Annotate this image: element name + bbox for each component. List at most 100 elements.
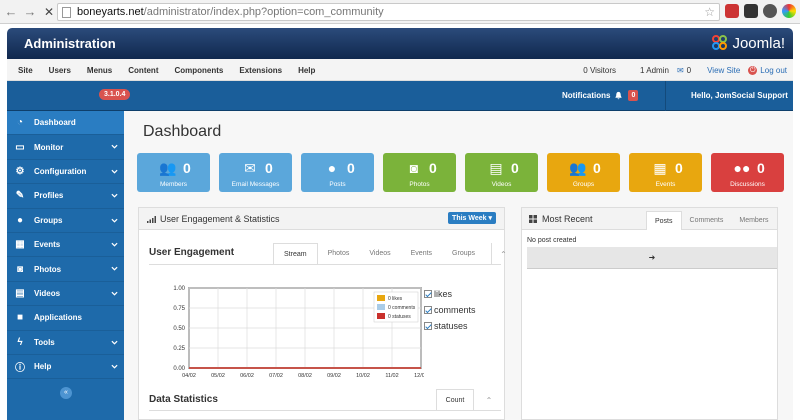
toggle-likes[interactable]: likes — [424, 286, 476, 302]
sidebar-item-events[interactable]: ▦ Events — [7, 233, 124, 258]
tile-members[interactable]: 👥 0 Members — [137, 153, 210, 192]
camera-icon: ◙ — [409, 160, 419, 176]
menu-item-menus[interactable]: Menus — [79, 66, 120, 75]
tab-stream[interactable]: Stream — [273, 243, 318, 265]
main-content: Dashboard 👥 0 Members ✉ 0 Email Messages… — [124, 111, 793, 420]
tile-groups[interactable]: 👥 0 Groups — [547, 153, 620, 192]
x-tick-label: 09/02 — [327, 373, 341, 379]
sidebar-item-configuration[interactable]: ⚙ Configuration — [7, 160, 124, 185]
cogs-icon: ⚙ — [15, 165, 25, 177]
page-title: Dashboard — [143, 123, 222, 140]
tile-posts[interactable]: ● 0 Posts — [301, 153, 374, 192]
extension-circle-icon[interactable] — [763, 4, 777, 18]
visitors-count[interactable]: 0 Visitors — [583, 66, 616, 75]
sidebar-collapse-button[interactable]: « — [60, 387, 72, 399]
notifications[interactable]: Notifications 0 — [562, 90, 639, 101]
admin-count[interactable]: 1 Admin — [640, 66, 669, 75]
logout-icon[interactable]: ⏻ — [748, 65, 758, 75]
user-greeting[interactable]: Hello, JomSocial Support — [691, 91, 788, 100]
chevron-down-icon — [111, 218, 118, 223]
extension-glasses-icon[interactable] — [744, 4, 758, 18]
extension-red-icon[interactable] — [725, 4, 739, 18]
sidebar-item-monitor[interactable]: ▭ Monitor — [7, 135, 124, 160]
load-more-button[interactable]: ➜ — [527, 247, 777, 269]
arrow-right-icon: ➜ — [648, 253, 656, 262]
sidebar-item-dashboard[interactable]: ◔ Dashboard — [7, 111, 124, 136]
calendar-icon: ▦ — [653, 159, 667, 176]
message-icon[interactable]: ✉ — [677, 66, 684, 75]
y-tick-label: 0.75 — [173, 306, 185, 312]
address-bar[interactable]: boneyarts.net /administrator/index.php?o… — [57, 3, 720, 21]
tile-count: 0 — [347, 160, 355, 176]
collapse-up-icon[interactable]: ⌃ — [477, 389, 501, 411]
joomla-mark-icon — [712, 35, 729, 52]
legend-swatch — [377, 313, 385, 319]
sidebar-item-tools[interactable]: ϟ Tools — [7, 331, 124, 355]
x-tick-label: 04/02 — [182, 373, 196, 379]
joomla-logo[interactable]: Joomla! — [712, 35, 785, 52]
y-tick-label: 0.00 — [173, 366, 185, 372]
y-tick-label: 0.50 — [173, 326, 185, 332]
this-week-dropdown[interactable]: This Week ▾ — [448, 212, 496, 224]
legend-swatch — [377, 295, 385, 301]
collapse-up-icon[interactable]: ⌃ — [491, 243, 515, 265]
sidebar-item-videos[interactable]: ▤ Videos — [7, 282, 124, 307]
checkbox-checked[interactable] — [424, 290, 432, 298]
engagement-panel-header: User Engagement & Statistics This Week ▾ — [139, 208, 504, 230]
menu-item-users[interactable]: Users — [41, 66, 79, 75]
tile-label: Events — [655, 181, 676, 188]
forward-arrow-icon[interactable]: → — [22, 4, 38, 20]
chevron-down-icon — [111, 193, 118, 198]
sidebar-item-label: Photos — [34, 264, 62, 274]
y-tick-label: 1.00 — [173, 286, 185, 292]
tab-groups[interactable]: Groups — [442, 243, 485, 265]
tab-count[interactable]: Count — [436, 389, 474, 411]
toggle-comments[interactable]: comments — [424, 302, 476, 318]
menu-status: 0 Visitors 1 Admin ✉ 0 View Site ⏻ Log o… — [573, 59, 787, 81]
sidebar-item-groups[interactable]: ● Groups — [7, 209, 124, 233]
sidebar-item-label: Tools — [34, 337, 55, 347]
tile-email-messages[interactable]: ✉ 0 Email Messages — [219, 153, 292, 192]
bell-icon — [615, 91, 623, 100]
users-icon: 👥 — [159, 159, 177, 176]
tab-photos[interactable]: Photos — [318, 243, 360, 265]
sidebar-item-help[interactable]: ⓘ Help — [7, 355, 124, 380]
groups-icon: 👥 — [569, 159, 587, 176]
tile-photos[interactable]: ◙ 0 Photos — [383, 153, 456, 192]
engagement-tabs: Stream Photos Videos Events Groups ⌃ — [273, 243, 515, 265]
subheader-bar: 3.1.0.4 Notifications 0 Hello, JomSocial… — [7, 81, 793, 111]
view-site-link[interactable]: View Site — [707, 66, 740, 75]
data-statistics-title: Data Statistics — [149, 394, 218, 405]
tile-discussions[interactable]: ●● 0 Discussions — [711, 153, 784, 192]
menu-item-help[interactable]: Help — [290, 66, 323, 75]
checkbox-checked[interactable] — [424, 306, 432, 314]
tile-videos[interactable]: ▤ 0 Videos — [465, 153, 538, 192]
tab-comments[interactable]: Comments — [682, 211, 732, 230]
menu-item-site[interactable]: Site — [10, 66, 41, 75]
tile-count: 0 — [429, 160, 437, 176]
stop-icon[interactable]: ✕ — [41, 4, 57, 20]
sidebar-item-applications[interactable]: ■ Applications — [7, 306, 124, 331]
sidebar-item-photos[interactable]: ◙ Photos — [7, 257, 124, 282]
back-arrow-icon[interactable]: ← — [3, 4, 19, 20]
message-count[interactable]: 0 — [687, 66, 691, 75]
menu-item-components[interactable]: Components — [166, 66, 231, 75]
toggle-statuses[interactable]: statuses — [424, 318, 476, 334]
sidebar-item-profiles[interactable]: ✎ Profiles — [7, 184, 124, 209]
info-icon: ⓘ — [15, 363, 25, 375]
browser-toolbar: ← → ✕ boneyarts.net /administrator/index… — [0, 0, 800, 24]
logout-link[interactable]: Log out — [760, 66, 787, 75]
tab-posts[interactable]: Posts — [646, 211, 682, 230]
bookmark-star-icon[interactable]: ☆ — [704, 5, 715, 19]
extension-colorwheel-icon[interactable] — [782, 4, 796, 18]
tile-label: Groups — [572, 181, 595, 188]
menu-item-content[interactable]: Content — [120, 66, 166, 75]
chevron-down-icon — [111, 242, 118, 247]
film-icon: ▤ — [15, 287, 25, 299]
tab-videos[interactable]: Videos — [359, 243, 400, 265]
tab-events[interactable]: Events — [401, 243, 442, 265]
menu-item-extensions[interactable]: Extensions — [231, 66, 290, 75]
tab-members[interactable]: Members — [731, 211, 776, 230]
tile-events[interactable]: ▦ 0 Events — [629, 153, 702, 192]
checkbox-checked[interactable] — [424, 322, 432, 330]
